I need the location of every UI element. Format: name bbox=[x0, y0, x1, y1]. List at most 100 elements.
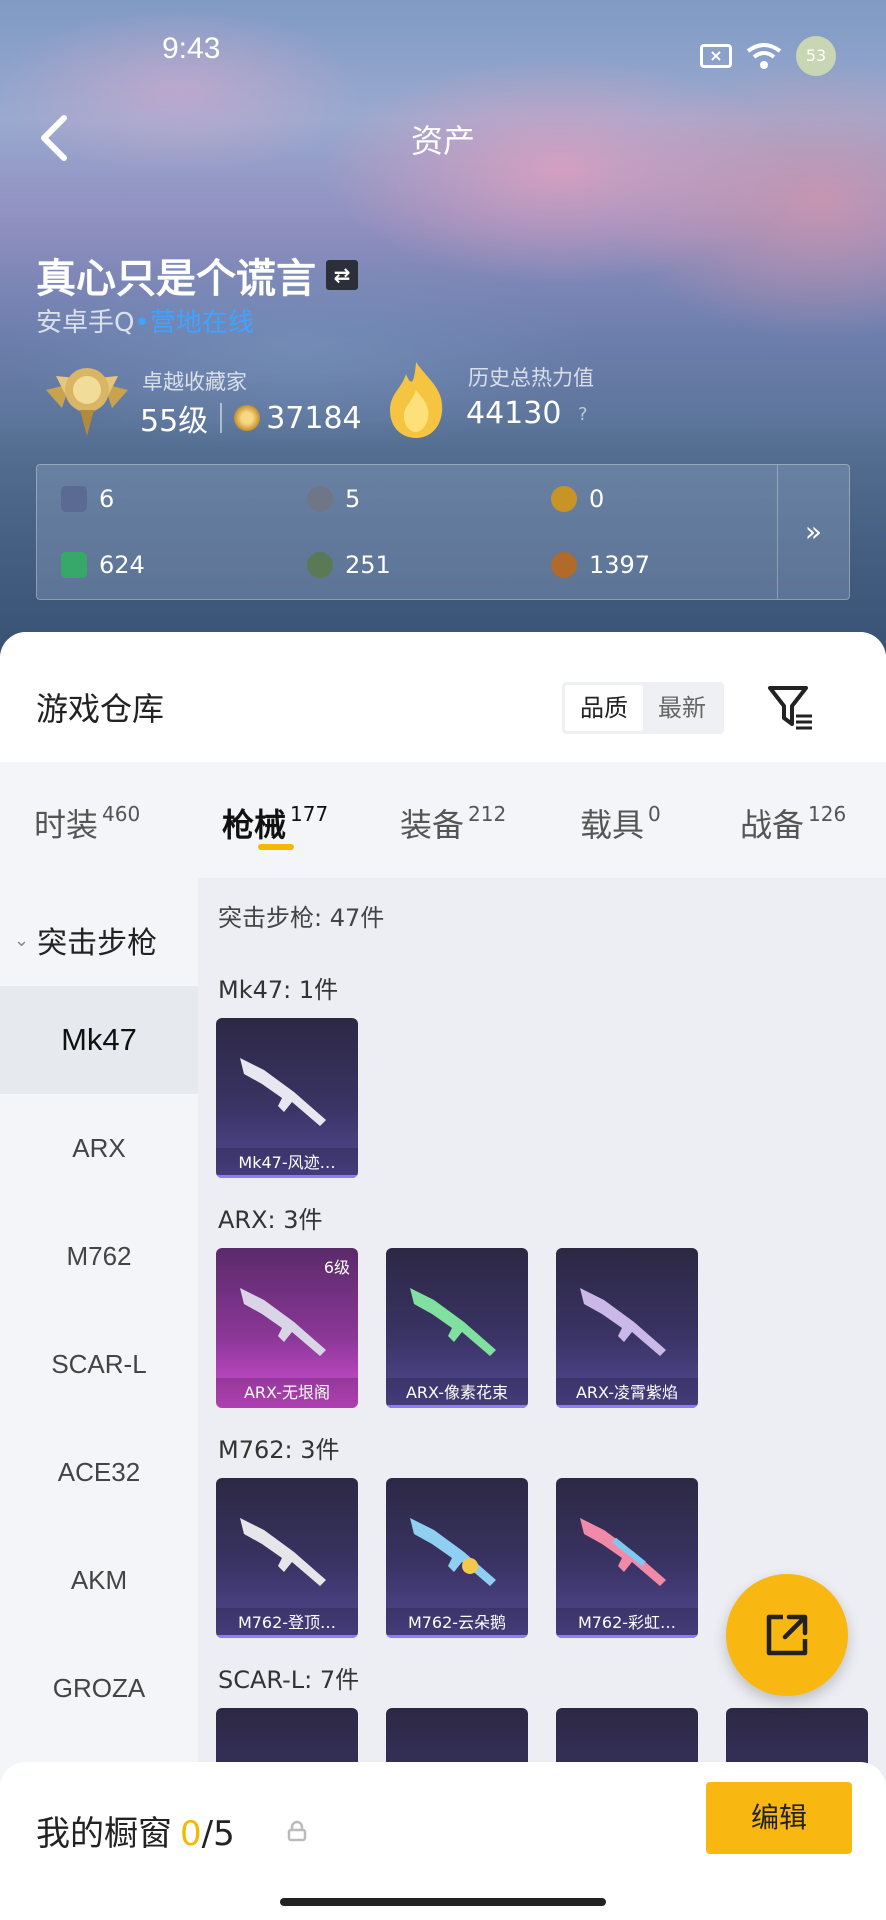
tab-firearms[interactable]: 枪械 177 bbox=[222, 800, 328, 846]
group-label: 突击步枪 bbox=[37, 926, 158, 961]
battery-icon: 53 bbox=[796, 36, 836, 76]
showcase-bar: 我的橱窗 0/5 编辑 bbox=[0, 1762, 886, 1920]
tab-count: 126 bbox=[808, 802, 847, 826]
collector-points: 37184 bbox=[266, 400, 362, 436]
tab-outfits[interactable]: 时装 460 bbox=[34, 800, 140, 846]
presence-status: 营地在线 bbox=[149, 308, 254, 338]
disc-icon bbox=[307, 486, 333, 512]
tab-vehicles[interactable]: 载具 0 bbox=[580, 800, 661, 846]
sidebar-item-akm[interactable]: AKM bbox=[0, 1526, 198, 1634]
group-assault-rifles[interactable]: ⌄ 突击步枪 bbox=[14, 918, 157, 962]
collector-title: 卓越收藏家 bbox=[142, 370, 247, 394]
points-icon bbox=[234, 405, 261, 431]
weapon-card[interactable]: ARX-凌霄紫焰 bbox=[556, 1248, 698, 1408]
showcase-current: 0 bbox=[180, 1814, 202, 1854]
active-tab-indicator bbox=[258, 844, 294, 850]
summary-label: 突击步枪: 47件 bbox=[218, 904, 385, 932]
weapon-name: ARX-凌霄紫焰 bbox=[556, 1378, 698, 1408]
resource-value: 624 bbox=[99, 551, 145, 579]
weapon-name: ARX-像素花束 bbox=[386, 1378, 528, 1408]
tab-count: 212 bbox=[468, 802, 507, 826]
weapon-card[interactable]: M762-登顶… bbox=[216, 1478, 358, 1638]
user-name: 真心只是个谎言 bbox=[36, 256, 316, 302]
weapon-name: Mk47-风迹… bbox=[216, 1148, 358, 1178]
switch-account-icon[interactable]: ⇄ bbox=[326, 260, 358, 290]
sidebar-item-mk47[interactable]: Mk47 bbox=[0, 986, 198, 1094]
divider bbox=[220, 403, 223, 433]
tab-label: 载具 bbox=[580, 806, 645, 844]
tab-count: 177 bbox=[290, 802, 329, 826]
resource-item: 624 bbox=[61, 551, 145, 579]
sidebar-item-m762[interactable]: M762 bbox=[0, 1202, 198, 1310]
collector-medal-icon bbox=[46, 368, 128, 436]
online-dot: • bbox=[134, 308, 150, 338]
expand-resources-button[interactable]: » bbox=[777, 465, 849, 599]
rifle-icon bbox=[580, 1288, 666, 1356]
resource-item: 1397 bbox=[551, 551, 650, 579]
status-bar: 9:43 × 53 bbox=[0, 0, 886, 100]
weapon-card[interactable]: M762-彩虹… bbox=[556, 1478, 698, 1638]
showcase-label: 我的橱窗 0/5 bbox=[36, 1806, 235, 1855]
sidebar-item-ace32[interactable]: ACE32 bbox=[0, 1418, 198, 1526]
share-icon bbox=[766, 1614, 808, 1656]
rarity-bar bbox=[216, 1175, 358, 1178]
sort-newest[interactable]: 最新 bbox=[643, 685, 721, 731]
weapon-name: M762-云朵鹅 bbox=[386, 1608, 528, 1638]
weapon-name: M762-彩虹… bbox=[556, 1608, 698, 1638]
status-time: 9:43 bbox=[162, 32, 221, 65]
weapon-level: 6级 bbox=[323, 1258, 350, 1277]
filter-icon[interactable] bbox=[766, 682, 814, 732]
card-icon bbox=[61, 486, 87, 512]
rarity-bar bbox=[556, 1405, 698, 1408]
tab-label: 装备 bbox=[400, 806, 465, 844]
warehouse-sheet: 游戏仓库 品质 最新 时装 460 枪械 177 装备 212 载具 0 战备 126 ⌄… bbox=[0, 632, 886, 1920]
tab-count: 460 bbox=[102, 802, 141, 826]
tab-label: 战备 bbox=[740, 806, 805, 844]
collector-level: 55级 bbox=[140, 404, 209, 439]
bronze-coin-icon bbox=[551, 552, 577, 578]
resource-item: 5 bbox=[307, 485, 360, 513]
weapon-name: M762-登顶… bbox=[216, 1608, 358, 1638]
edit-button[interactable]: 编辑 bbox=[706, 1782, 852, 1854]
sidebar-item-arx[interactable]: ARX bbox=[0, 1094, 198, 1202]
tab-label: 枪械 bbox=[222, 806, 287, 844]
sort-quality[interactable]: 品质 bbox=[565, 685, 643, 731]
weapon-card[interactable]: M762-云朵鹅 bbox=[386, 1478, 528, 1638]
collector-stats: 55级 37184 bbox=[140, 396, 362, 440]
weapon-card[interactable]: 6级 ARX-无垠阁 bbox=[216, 1248, 358, 1408]
rarity-bar bbox=[556, 1635, 698, 1638]
sidebar-item-scar-l[interactable]: SCAR-L bbox=[0, 1310, 198, 1418]
tab-equipment[interactable]: 装备 212 bbox=[400, 800, 506, 846]
sort-toggle: 品质 最新 bbox=[562, 682, 724, 734]
page-title: 资产 bbox=[410, 122, 475, 160]
sidebar-item-groza[interactable]: GROZA bbox=[0, 1634, 198, 1742]
resource-value: 0 bbox=[589, 485, 605, 513]
weapon-card[interactable]: Mk47-风迹… bbox=[216, 1018, 358, 1178]
green-card-icon bbox=[61, 552, 87, 578]
home-indicator bbox=[280, 1898, 606, 1906]
showcase-title: 我的橱窗 bbox=[36, 1814, 172, 1854]
help-icon[interactable]: ? bbox=[578, 404, 588, 425]
weapon-card[interactable]: ARX-像素花束 bbox=[386, 1248, 528, 1408]
showcase-total: /5 bbox=[201, 1814, 235, 1854]
resource-value: 5 bbox=[345, 485, 361, 513]
weapon-name: ARX-无垠阁 bbox=[216, 1378, 358, 1408]
rifle-icon bbox=[240, 1288, 326, 1356]
resource-value: 1397 bbox=[589, 551, 651, 579]
share-button[interactable] bbox=[726, 1574, 848, 1696]
heat-title: 历史总热力值 bbox=[468, 366, 594, 390]
rarity-bar bbox=[386, 1405, 528, 1408]
rifle-icon bbox=[240, 1058, 326, 1126]
resource-item: 0 bbox=[551, 485, 604, 513]
no-sim-icon: × bbox=[700, 44, 732, 68]
section-label: ARX: 3件 bbox=[218, 1206, 323, 1234]
status-icons: × 53 bbox=[700, 36, 836, 76]
rarity-bar bbox=[216, 1635, 358, 1638]
resource-value: 6 bbox=[99, 485, 115, 513]
tab-supplies[interactable]: 战备 126 bbox=[740, 800, 846, 846]
gold-token-icon bbox=[551, 486, 577, 512]
tab-count: 0 bbox=[648, 802, 661, 826]
rifle-icon bbox=[240, 1518, 326, 1586]
heat-flame-icon bbox=[390, 362, 443, 438]
rifle-icon bbox=[410, 1288, 496, 1356]
